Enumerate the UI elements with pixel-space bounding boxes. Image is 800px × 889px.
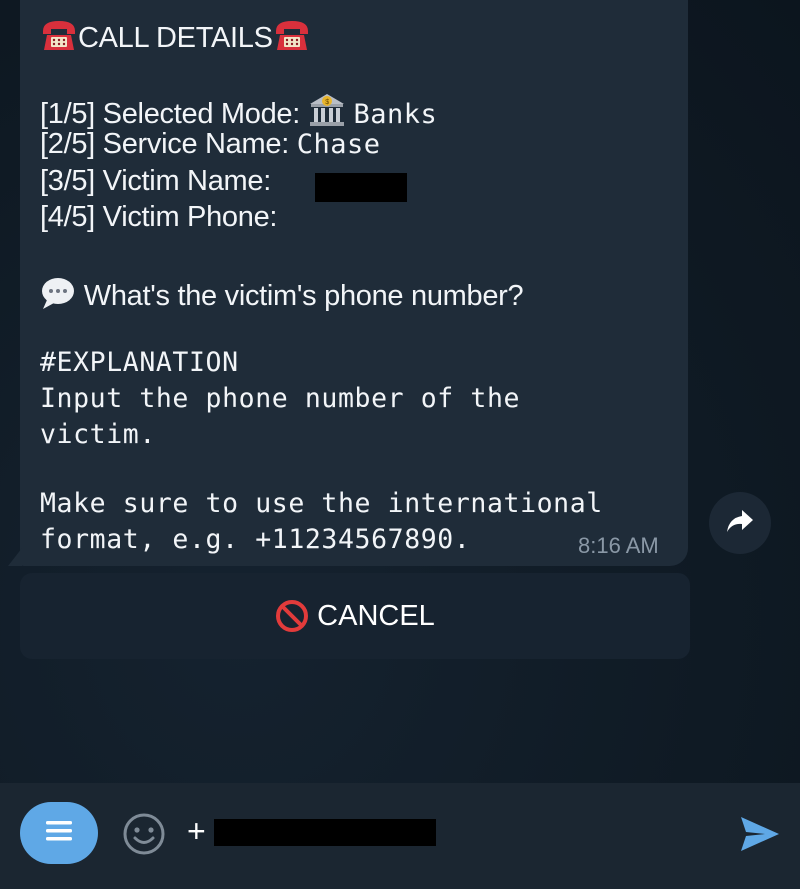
message-input-bar: + (0, 783, 800, 889)
cancel-button-label: CANCEL (317, 599, 435, 632)
prompt-text: What's the victim's phone number? (83, 280, 524, 312)
prompt-line: What's the victim's phone number? (40, 276, 524, 318)
field-value: Banks (353, 99, 438, 130)
forward-button[interactable] (709, 492, 771, 554)
speech-balloon-icon (40, 276, 76, 318)
explanation-line: Make sure to use the international (40, 488, 603, 519)
redaction-bar (315, 173, 407, 202)
redaction-bar (214, 819, 436, 846)
field-label: [2/5] Service Name: (40, 128, 289, 160)
explanation-line: format, e.g. +11234567890. (40, 524, 471, 555)
field-label: [4/5] Victim Phone: (40, 201, 278, 233)
svg-text:$: $ (325, 99, 329, 106)
message-input[interactable]: + (187, 813, 206, 850)
explanation-heading: #EXPLANATION (40, 347, 239, 378)
send-icon (737, 817, 783, 861)
send-button[interactable] (737, 811, 783, 857)
chat-screen: CALL DETAILS [1/5] Selected Mode: $ Bank… (0, 0, 800, 889)
message-header-text: CALL DETAILS (78, 22, 273, 54)
field-label: [3/5] Victim Name: (40, 165, 271, 197)
telephone-icon (273, 18, 311, 60)
field-service-name: [2/5] Service Name: Chase (40, 128, 381, 161)
message-timestamp: 8:16 AM (578, 533, 659, 558)
field-value: Chase (296, 129, 381, 160)
cancel-button[interactable]: CANCEL (20, 573, 690, 659)
emoji-icon (122, 813, 166, 860)
prohibited-icon (275, 599, 309, 633)
field-victim-name: [3/5] Victim Name: (40, 165, 271, 198)
message-header: CALL DETAILS (40, 18, 311, 60)
bubble-tail (8, 548, 22, 566)
telephone-icon (40, 18, 78, 60)
bot-menu-button[interactable] (20, 802, 98, 864)
explanation-line: victim. (40, 419, 156, 450)
forward-arrow-icon (725, 508, 755, 539)
emoji-button[interactable] (122, 812, 166, 856)
explanation-line: Input the phone number of the (40, 383, 521, 414)
menu-icon (42, 819, 76, 848)
field-victim-phone: [4/5] Victim Phone: (40, 201, 277, 234)
field-label: [1/5] Selected Mode: (40, 98, 300, 130)
